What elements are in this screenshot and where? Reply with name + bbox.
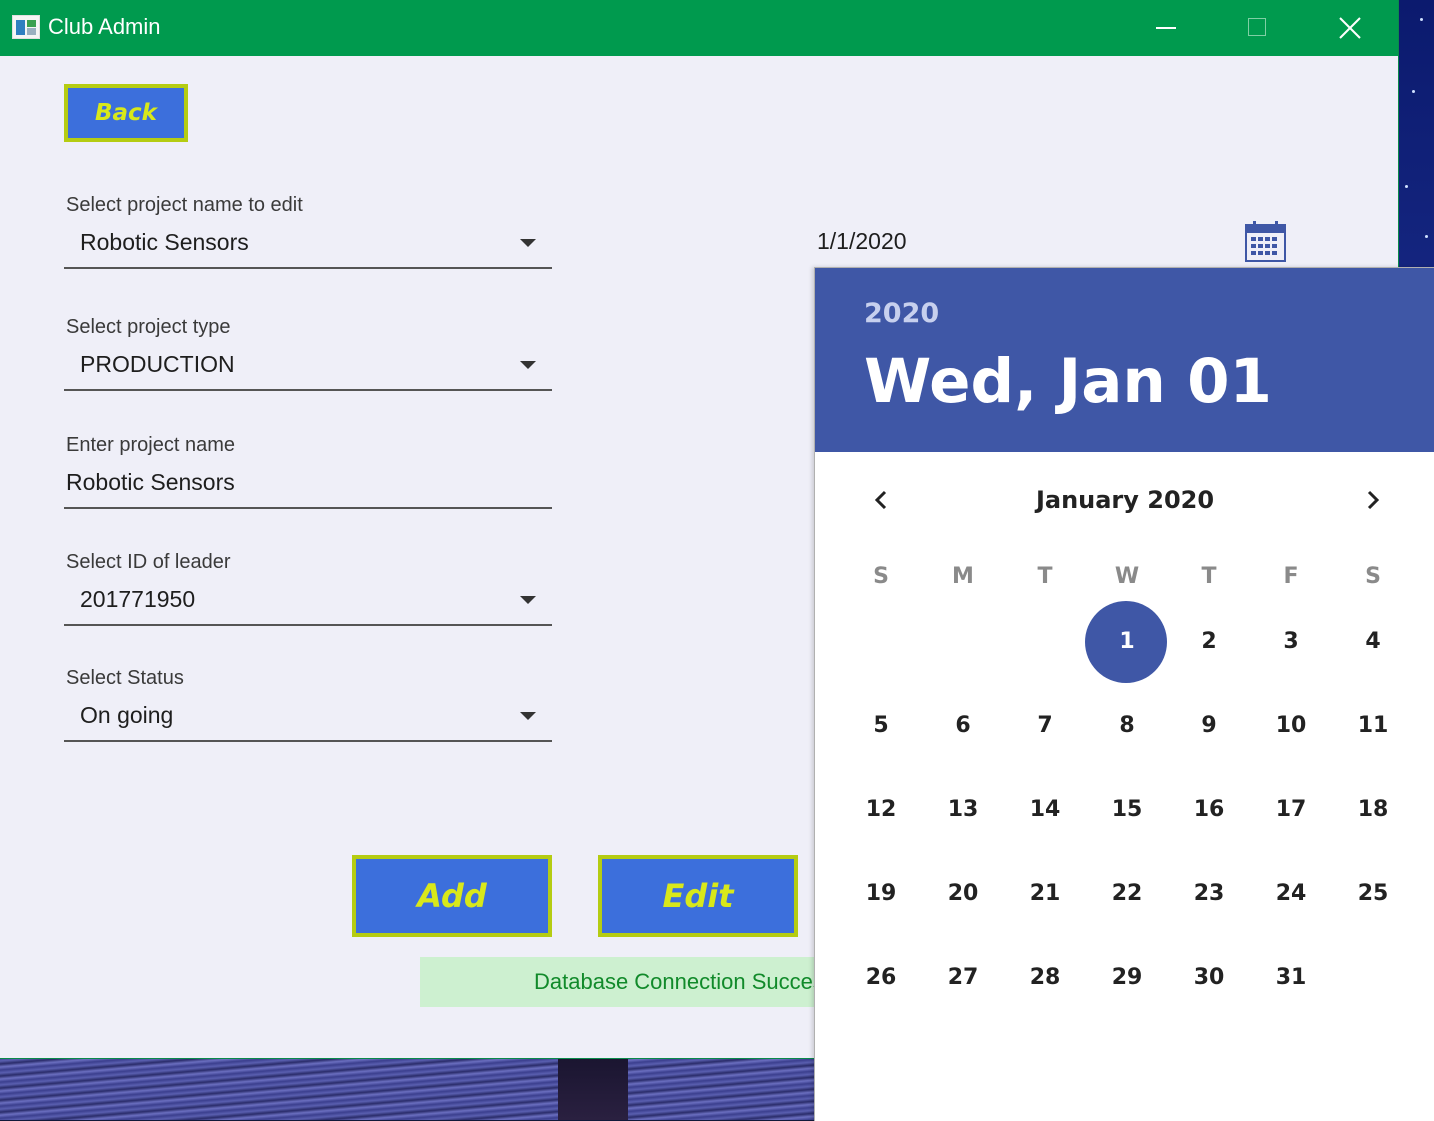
- close-icon: [1339, 17, 1361, 39]
- date-picker-month-label: January 2020: [1035, 486, 1215, 514]
- wallpaper-star: [1425, 235, 1428, 238]
- calendar-day[interactable]: 18: [1332, 790, 1414, 830]
- weekday-header: W: [1114, 564, 1140, 589]
- wallpaper-light-streaks: [0, 1058, 820, 1120]
- calendar-day[interactable]: 21: [1004, 874, 1086, 914]
- chevron-right-icon[interactable]: [1363, 490, 1383, 510]
- app-icon: [12, 15, 40, 39]
- calendar-day[interactable]: 3: [1250, 622, 1332, 662]
- status-value: On going: [80, 702, 174, 728]
- field-underline: [64, 624, 552, 626]
- weekday-header: T: [1037, 564, 1053, 589]
- calendar-day[interactable]: 9: [1168, 706, 1250, 746]
- calendar-day[interactable]: 27: [922, 958, 1004, 998]
- calendar-day[interactable]: 29: [1086, 958, 1168, 998]
- status-dropdown[interactable]: Select Status On going: [64, 663, 552, 743]
- calendar-day[interactable]: 12: [840, 790, 922, 830]
- project-select-label: Select project name to edit: [66, 194, 303, 216]
- calendar-day[interactable]: 4: [1332, 622, 1414, 662]
- project-type-label: Select project type: [66, 316, 231, 338]
- calendar-day[interactable]: 8: [1086, 706, 1168, 746]
- calendar-day[interactable]: 23: [1168, 874, 1250, 914]
- status-message: Database Connection Successful: [534, 969, 820, 994]
- calendar-day[interactable]: 7: [1004, 706, 1086, 746]
- weekday-header: M: [952, 564, 974, 589]
- field-underline: [64, 507, 552, 509]
- field-underline: [64, 740, 552, 742]
- calendar-day[interactable]: 31: [1250, 958, 1332, 998]
- calendar-day[interactable]: 25: [1332, 874, 1414, 914]
- close-button[interactable]: [1304, 0, 1396, 56]
- calendar-day[interactable]: 11: [1332, 706, 1414, 746]
- date-picker-popup: 2020 Wed, Jan 01 January 2020 SMTWTFS123…: [814, 267, 1434, 1121]
- calendar-day[interactable]: 15: [1086, 790, 1168, 830]
- maximize-button[interactable]: [1212, 0, 1304, 56]
- date-picker-header: 2020 Wed, Jan 01: [815, 268, 1434, 452]
- calendar-day[interactable]: 28: [1004, 958, 1086, 998]
- project-type-dropdown[interactable]: Select project type PRODUCTION: [64, 312, 552, 392]
- leader-id-label: Select ID of leader: [66, 551, 231, 573]
- back-button[interactable]: Back: [64, 84, 188, 142]
- weekday-header: F: [1283, 564, 1299, 589]
- chevron-down-icon: [520, 712, 536, 720]
- calendar-day[interactable]: 1: [1086, 622, 1168, 662]
- project-type-value: PRODUCTION: [80, 351, 235, 377]
- calendar-day[interactable]: 14: [1004, 790, 1086, 830]
- calendar-day[interactable]: 24: [1250, 874, 1332, 914]
- minimize-button[interactable]: [1120, 0, 1212, 56]
- status-label: Select Status: [66, 667, 184, 689]
- project-select-dropdown[interactable]: Select project name to edit Robotic Sens…: [64, 190, 552, 270]
- wallpaper-figure: [558, 1058, 628, 1120]
- calendar-day[interactable]: 2: [1168, 622, 1250, 662]
- maximize-icon: [1248, 18, 1266, 36]
- project-name-value: Robotic Sensors: [66, 469, 235, 495]
- calendar-day[interactable]: 10: [1250, 706, 1332, 746]
- title-bar[interactable]: Club Admin: [0, 0, 1398, 56]
- weekday-header: S: [873, 564, 889, 589]
- calendar-day[interactable]: 19: [840, 874, 922, 914]
- chevron-down-icon: [520, 596, 536, 604]
- leader-id-value: 201771950: [80, 586, 196, 612]
- minimize-icon: [1156, 27, 1176, 29]
- project-name-input[interactable]: Enter project name Robotic Sensors: [64, 430, 552, 510]
- calendar-day[interactable]: 22: [1086, 874, 1168, 914]
- calendar-day[interactable]: 26: [840, 958, 922, 998]
- date-input[interactable]: 1/1/2020: [817, 228, 907, 255]
- calendar-day[interactable]: 17: [1250, 790, 1332, 830]
- field-underline: [64, 267, 552, 269]
- status-message-bar: Database Connection Successful: [420, 957, 820, 1007]
- calendar-day[interactable]: 16: [1168, 790, 1250, 830]
- project-select-value: Robotic Sensors: [80, 229, 249, 255]
- calendar-day[interactable]: 5: [840, 706, 922, 746]
- weekday-header: S: [1365, 564, 1381, 589]
- calendar-day[interactable]: 6: [922, 706, 1004, 746]
- edit-button[interactable]: Edit: [598, 855, 798, 937]
- weekday-header: T: [1201, 564, 1217, 589]
- calendar-icon[interactable]: [1245, 221, 1286, 262]
- date-picker-selected-date: Wed, Jan 01: [864, 346, 1272, 417]
- calendar-day[interactable]: 30: [1168, 958, 1250, 998]
- date-picker-year[interactable]: 2020: [864, 298, 939, 329]
- add-button[interactable]: Add: [352, 855, 552, 937]
- calendar-day[interactable]: 13: [922, 790, 1004, 830]
- wallpaper-star: [1420, 18, 1423, 21]
- chevron-down-icon: [520, 239, 536, 247]
- leader-id-dropdown[interactable]: Select ID of leader 201771950: [64, 547, 552, 627]
- calendar-day[interactable]: 20: [922, 874, 1004, 914]
- wallpaper-star: [1412, 90, 1415, 93]
- wallpaper-star: [1405, 185, 1408, 188]
- project-name-label: Enter project name: [66, 434, 235, 456]
- chevron-down-icon: [520, 361, 536, 369]
- window-title: Club Admin: [48, 14, 161, 39]
- field-underline: [64, 389, 552, 391]
